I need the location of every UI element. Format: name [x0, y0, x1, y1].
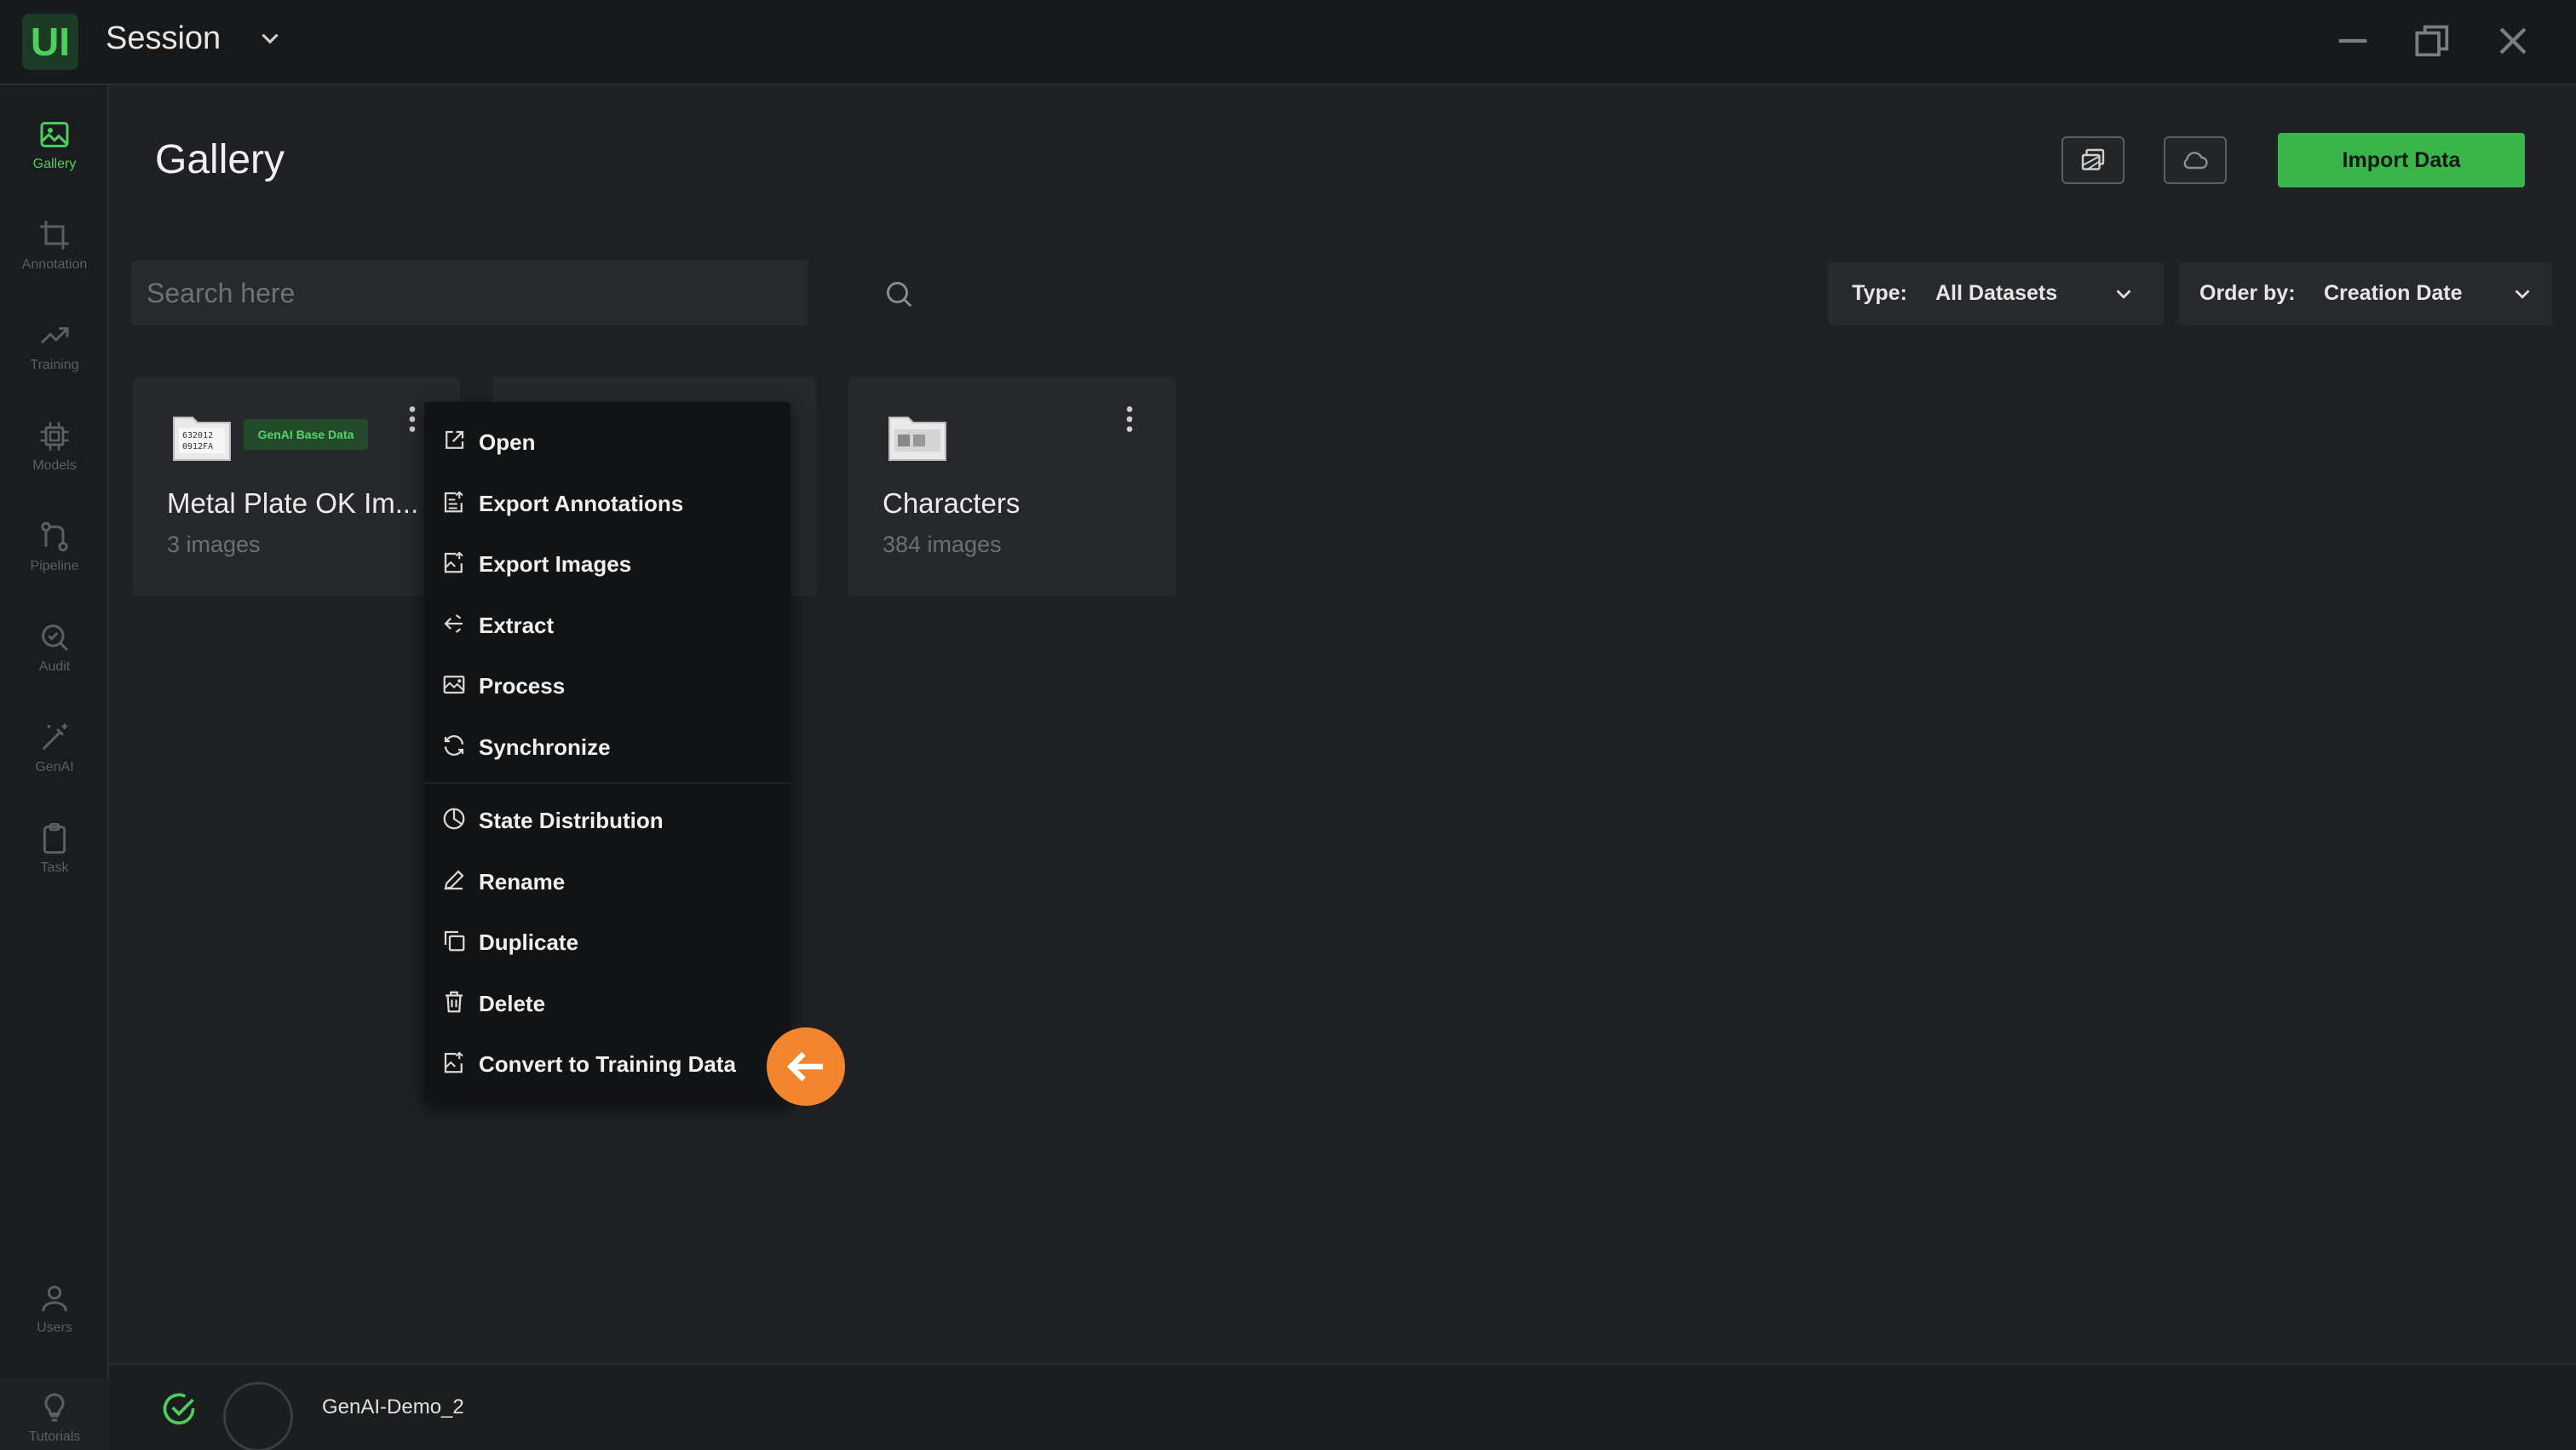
search-input[interactable]: [147, 273, 726, 314]
menu-item-synchronize[interactable]: Synchronize: [424, 716, 791, 775]
genai-base-data-badge: GenAI Base Data: [244, 419, 368, 450]
menu-item-convert-to-training-data[interactable]: Convert to Training Data: [424, 1033, 791, 1092]
order-by-value: Creation Date: [2324, 281, 2463, 305]
lightbulb-icon: [44, 1393, 65, 1422]
menu-item-delete[interactable]: Delete: [424, 972, 791, 1032]
sidebar-item-tutorials[interactable]: Tutorials: [0, 1378, 109, 1450]
pointer-indicator: [767, 1027, 845, 1106]
crop-icon: [40, 221, 69, 250]
type-filter-dropdown[interactable]: Type: All Datasets: [1828, 262, 2164, 325]
pipeline-icon: [41, 521, 68, 552]
sidebar: Gallery Annotation Training Models Pipel…: [0, 85, 109, 1450]
sidebar-item-pipeline[interactable]: Pipeline: [0, 508, 109, 601]
open-external-icon: [446, 430, 464, 449]
minimize-icon[interactable]: [2329, 17, 2377, 65]
clipboard-icon: [43, 823, 66, 854]
process-icon: [443, 676, 465, 694]
menu-item-rename[interactable]: Rename: [424, 850, 791, 910]
chevron-down-icon[interactable]: [256, 24, 285, 53]
folder-icon: [888, 417, 946, 461]
convert-icon: [444, 1051, 463, 1073]
sidebar-item-models[interactable]: Models: [0, 407, 109, 501]
menu-item-export-images[interactable]: Export Images: [424, 532, 791, 592]
dataset-name: Metal Plate OK Im...: [167, 487, 419, 519]
more-options-icon[interactable]: [1118, 402, 1141, 436]
svg-text:632012: 632012: [182, 431, 213, 440]
dataset-count: 384 images: [883, 532, 1002, 557]
order-by-dropdown[interactable]: Order by: Creation Date: [2179, 262, 2552, 325]
pie-chart-icon: [443, 808, 465, 830]
sidebar-item-gallery[interactable]: Gallery: [0, 106, 109, 199]
search-box: [131, 261, 912, 325]
restore-icon[interactable]: [2409, 17, 2457, 65]
duplicate-icon: [444, 930, 465, 952]
user-icon: [42, 1286, 67, 1312]
svg-text:0912FA: 0912FA: [182, 442, 213, 452]
search-divider: [867, 274, 869, 312]
menu-separator: [424, 782, 791, 784]
trash-icon: [446, 991, 463, 1013]
close-icon[interactable]: [2489, 17, 2537, 65]
import-data-button[interactable]: Import Data: [2278, 133, 2525, 187]
audit-icon: [42, 624, 69, 652]
check-circle-icon: [163, 1393, 195, 1425]
dataset-name: Characters: [883, 487, 1021, 519]
image-stack-button[interactable]: [2061, 136, 2125, 184]
dataset-context-menu: Open Export Annotations Export Images Ex…: [424, 402, 791, 1102]
chevron-down-icon: [2116, 290, 2131, 299]
progress-ring: [223, 1382, 293, 1450]
folder-icon: 632012 0912FA: [173, 417, 231, 461]
chip-icon: [40, 422, 69, 451]
image-stack-icon: [2081, 148, 2105, 170]
menu-item-process[interactable]: Process: [424, 654, 791, 714]
session-title[interactable]: Session: [106, 17, 221, 60]
sidebar-item-users[interactable]: Users: [0, 1269, 109, 1363]
export-annotations-icon: [444, 491, 463, 513]
type-filter-label: Type:: [1852, 281, 1907, 305]
magic-wand-icon: [42, 723, 67, 751]
cloud-button[interactable]: [2164, 136, 2227, 184]
menu-item-export-annotations[interactable]: Export Annotations: [424, 472, 791, 532]
pencil-icon: [444, 870, 464, 890]
image-icon: [40, 122, 69, 147]
menu-item-state-distribution[interactable]: State Distribution: [424, 789, 791, 849]
sync-icon: [444, 735, 464, 756]
title-bar: UI Session: [0, 0, 2576, 85]
app-logo: UI: [22, 14, 78, 70]
order-by-label: Order by:: [2199, 281, 2296, 305]
more-options-icon[interactable]: [400, 402, 424, 436]
arrow-left-icon: [786, 1051, 823, 1082]
type-filter-value: All Datasets: [1935, 281, 2058, 305]
sidebar-item-annotation[interactable]: Annotation: [0, 206, 109, 300]
menu-item-duplicate[interactable]: Duplicate: [424, 911, 791, 970]
trend-icon: [40, 327, 69, 344]
search-icon[interactable]: [883, 278, 915, 310]
status-bar: GenAI-Demo_2: [109, 1363, 2576, 1450]
extract-icon: [444, 614, 463, 633]
cloud-icon: [2183, 152, 2208, 170]
page-title: Gallery: [155, 137, 285, 182]
dataset-card[interactable]: Characters 384 images: [848, 377, 1176, 596]
sidebar-item-task[interactable]: Task: [0, 809, 109, 903]
menu-item-open[interactable]: Open: [424, 411, 791, 470]
export-images-icon: [444, 551, 463, 573]
dataset-card[interactable]: 632012 0912FA GenAI Base Data Metal Plate…: [133, 377, 460, 596]
sidebar-item-genai[interactable]: GenAI: [0, 709, 109, 803]
dataset-count: 3 images: [167, 532, 261, 557]
sidebar-item-audit[interactable]: Audit: [0, 608, 109, 702]
sidebar-item-training[interactable]: Training: [0, 307, 109, 400]
menu-item-extract[interactable]: Extract: [424, 594, 791, 653]
project-name: GenAI-Demo_2: [322, 1395, 464, 1418]
chevron-down-icon: [2515, 290, 2530, 299]
